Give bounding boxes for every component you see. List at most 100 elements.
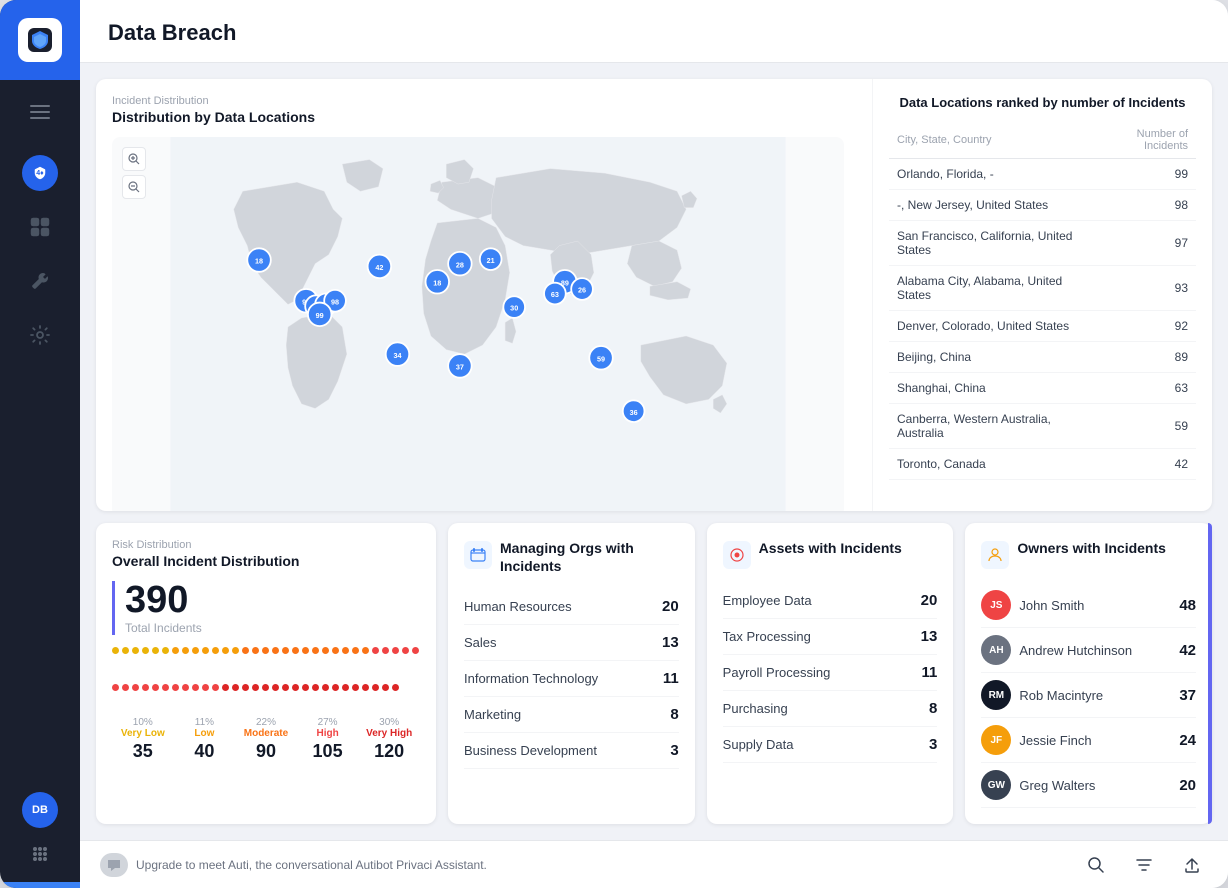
risk-dot [182, 684, 189, 691]
owners-icon [981, 541, 1009, 569]
risk-dot [112, 684, 119, 691]
svg-text:30: 30 [510, 304, 518, 313]
sidebar-item-dashboard[interactable] [0, 202, 80, 252]
share-button[interactable] [1176, 849, 1208, 881]
risk-dot [212, 684, 219, 691]
sidebar-item-settings[interactable] [0, 310, 80, 360]
user-avatar[interactable]: DB [22, 792, 58, 828]
map-title: Distribution by Data Locations [112, 109, 844, 125]
table-row: Cape Town, South Africa37 [889, 480, 1196, 483]
location-name: Beijing, China [889, 342, 1091, 373]
list-item: Business Development3 [464, 733, 679, 769]
table-row: -, New Jersey, United States98 [889, 190, 1196, 221]
sidebar-item-tools[interactable] [0, 256, 80, 306]
risk-pct: 22% [235, 717, 297, 728]
svg-text:42: 42 [375, 263, 383, 272]
location-count: 92 [1091, 311, 1196, 342]
location-name: Alabama City, Alabama, United States [889, 266, 1091, 311]
risk-dot [132, 684, 139, 691]
table-row: Denver, Colorado, United States92 [889, 311, 1196, 342]
owner-count: 20 [1179, 777, 1196, 794]
map-panel: Incident Distribution Distribution by Da… [96, 79, 860, 511]
risk-dot [292, 647, 299, 654]
app-logo [18, 18, 62, 62]
sidebar-accent [0, 882, 80, 888]
orgs-list: Human Resources20Sales13Information Tech… [464, 589, 679, 769]
locations-title: Data Locations ranked by number of Incid… [889, 95, 1196, 110]
asset-count: 13 [921, 628, 938, 645]
risk-stat: 10% Very Low 35 [112, 717, 174, 762]
orgs-icon [464, 541, 492, 569]
svg-text:98: 98 [331, 297, 339, 306]
risk-dot [202, 647, 209, 654]
location-name: Cape Town, South Africa [889, 480, 1091, 483]
asset-count: 20 [921, 592, 938, 609]
risk-dot [262, 647, 269, 654]
risk-dot [282, 647, 289, 654]
risk-stats: 10% Very Low 35 11% Low 40 22% Moderate … [112, 717, 420, 762]
locations-table: City, State, Country Number of Incidents… [889, 122, 1196, 482]
svg-text:18: 18 [255, 257, 263, 266]
item-count: 20 [662, 598, 679, 615]
total-count: 390 [125, 581, 420, 619]
wrench-icon [26, 267, 54, 295]
item-count: 13 [662, 634, 679, 651]
owner-left: JF Jessie Finch [981, 725, 1091, 755]
risk-stat: 27% High 105 [297, 717, 359, 762]
risk-dot [292, 684, 299, 691]
svg-text:63: 63 [551, 290, 559, 299]
total-label: Total Incidents [125, 621, 420, 635]
risk-dot [222, 684, 229, 691]
risk-dot [242, 684, 249, 691]
risk-count: 120 [358, 741, 420, 762]
risk-count: 105 [297, 741, 359, 762]
filter-button[interactable] [1128, 849, 1160, 881]
bottom-section: Risk Distribution Overall Incident Distr… [96, 523, 1212, 824]
risk-dot [272, 647, 279, 654]
risk-dot [362, 684, 369, 691]
owner-left: JS John Smith [981, 590, 1084, 620]
risk-dot [262, 684, 269, 691]
owner-name: Jessie Finch [1019, 733, 1091, 748]
risk-dot [252, 684, 259, 691]
risk-dot [282, 684, 289, 691]
owner-left: RM Rob Macintyre [981, 680, 1103, 710]
location-name: Orlando, Florida, - [889, 159, 1091, 190]
risk-dot [152, 684, 159, 691]
risk-dot [312, 647, 319, 654]
owner-avatar: RM [981, 680, 1011, 710]
risk-dot [372, 684, 379, 691]
svg-text:28: 28 [456, 260, 464, 269]
search-button[interactable] [1080, 849, 1112, 881]
col-incidents: Number of Incidents [1091, 122, 1196, 159]
risk-dot [232, 647, 239, 654]
risk-dot [382, 647, 389, 654]
list-item: Marketing8 [464, 697, 679, 733]
risk-dot [342, 647, 349, 654]
owner-left: GW Greg Walters [981, 770, 1095, 800]
risk-dot [302, 684, 309, 691]
table-row: Beijing, China89 [889, 342, 1196, 373]
orgs-card-header: Managing Orgs with Incidents [464, 539, 679, 575]
sidebar-item-security[interactable]: 4♦ [0, 148, 80, 198]
shield-icon: 4♦ [22, 155, 58, 191]
zoom-in-button[interactable] [122, 147, 146, 171]
bottom-bar: Upgrade to meet Auti, the conversational… [80, 840, 1228, 888]
owner-item: GW Greg Walters 20 [981, 763, 1196, 808]
menu-toggle[interactable] [0, 88, 80, 136]
risk-pct: 10% [112, 717, 174, 728]
svg-text:37: 37 [456, 363, 464, 372]
location-count: 42 [1091, 449, 1196, 480]
main-content: Data Breach Incident Distribution Distri… [80, 0, 1228, 888]
map-container: 18 42 97 [112, 137, 844, 511]
risk-label: Risk Distribution [112, 539, 420, 551]
location-name: -, New Jersey, United States [889, 190, 1091, 221]
zoom-out-button[interactable] [122, 175, 146, 199]
grid-icon[interactable] [22, 836, 58, 872]
asset-count: 8 [929, 700, 937, 717]
locations-list[interactable]: City, State, Country Number of Incidents… [889, 122, 1196, 482]
location-count: 99 [1091, 159, 1196, 190]
top-section: Incident Distribution Distribution by Da… [96, 79, 1212, 511]
risk-dot [372, 647, 379, 654]
list-item: Sales13 [464, 625, 679, 661]
